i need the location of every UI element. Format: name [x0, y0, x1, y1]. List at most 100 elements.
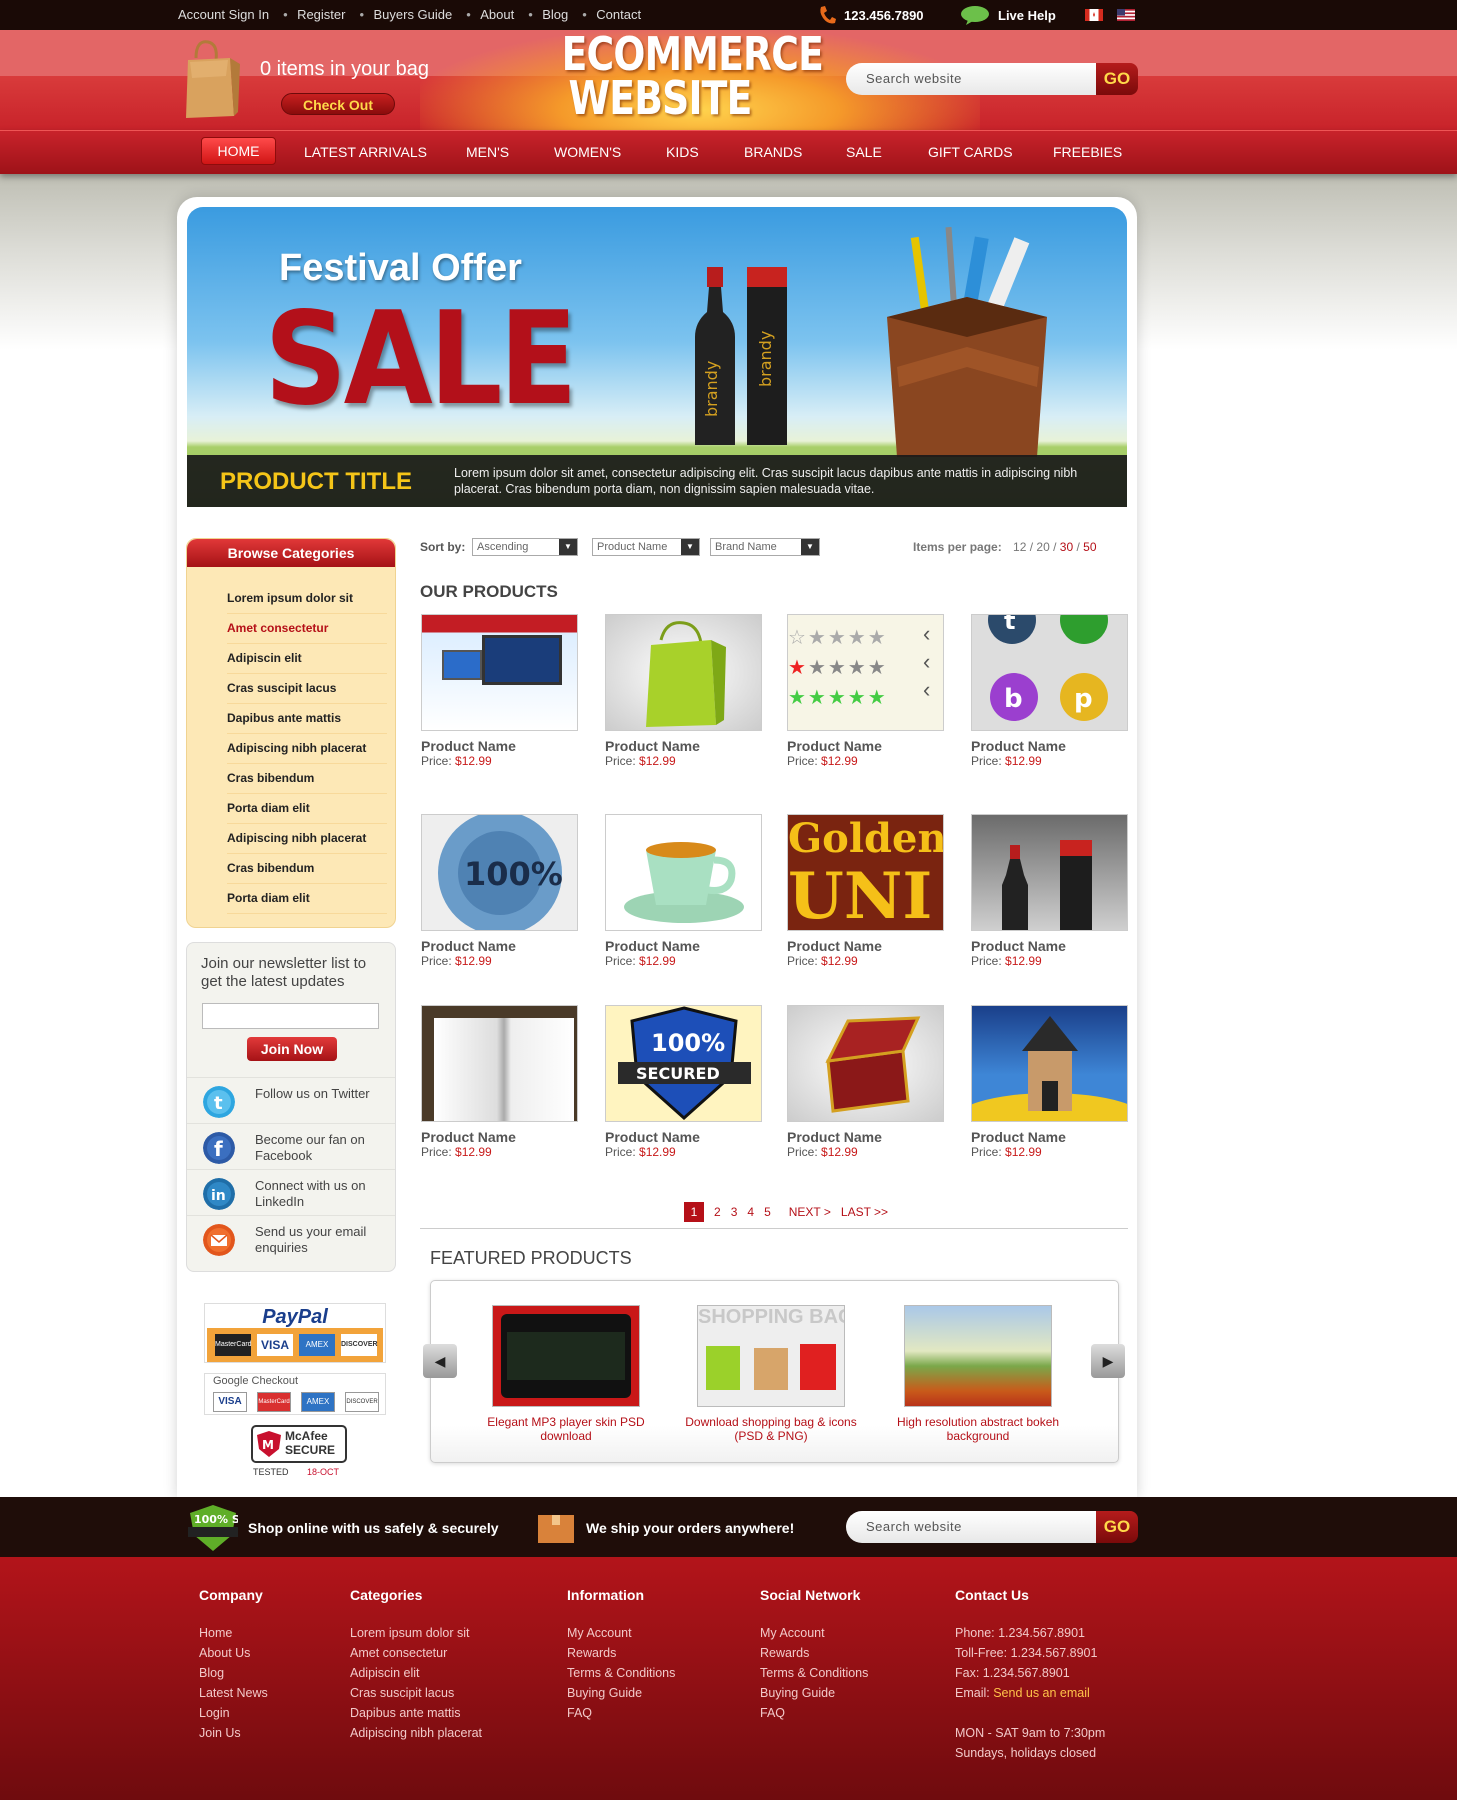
- send-email-link[interactable]: Send us an email: [993, 1686, 1090, 1700]
- featured-title[interactable]: Download shopping bag & icons (PSD & PNG…: [681, 1415, 861, 1443]
- category-item[interactable]: Porta diam elit: [227, 891, 387, 914]
- footer-link[interactable]: Adipiscin elit: [350, 1663, 482, 1683]
- product-name[interactable]: Product Name: [787, 938, 947, 954]
- sort-order-select[interactable]: Ascending ▼: [472, 538, 578, 556]
- footer-link[interactable]: Terms & Conditions: [567, 1663, 675, 1683]
- footer-link[interactable]: Join Us: [199, 1723, 268, 1743]
- product-card[interactable]: ☆★★★★ ★★★★★ ★★★★★ ‹ ‹ ‹ Product Name Price…: [787, 614, 947, 768]
- featured-image[interactable]: [904, 1305, 1052, 1407]
- featured-title[interactable]: Elegant MP3 player skin PSD download: [476, 1415, 656, 1443]
- product-card[interactable]: Product Name Price: $12.99: [421, 1005, 581, 1159]
- product-name[interactable]: Product Name: [605, 1129, 765, 1145]
- per-page-20[interactable]: 20: [1036, 540, 1049, 554]
- shopping-bag-icon[interactable]: [182, 36, 242, 120]
- nav-mens[interactable]: MEN'S: [466, 144, 509, 160]
- footer-link[interactable]: Adipiscing nibh placerat: [350, 1723, 482, 1743]
- footer-link[interactable]: Rewards: [760, 1643, 868, 1663]
- category-item-active[interactable]: Amet consectetur: [227, 621, 387, 644]
- nav-freebies[interactable]: FREEBIES: [1053, 144, 1122, 160]
- footer-link[interactable]: Lorem ipsum dolor sit: [350, 1623, 482, 1643]
- category-item[interactable]: Cras bibendum: [227, 861, 387, 884]
- featured-item[interactable]: SHOPPING BAGS Download shopping bag & ic…: [681, 1305, 861, 1443]
- header-search-input[interactable]: Search website: [846, 63, 1096, 95]
- canada-flag-icon[interactable]: [1085, 9, 1103, 21]
- footer-link[interactable]: FAQ: [567, 1703, 675, 1723]
- footer-link[interactable]: My Account: [567, 1623, 675, 1643]
- product-card[interactable]: 100% Product Name Price: $12.99: [421, 814, 581, 968]
- social-email[interactable]: Send us your email enquiries: [187, 1215, 395, 1261]
- product-image[interactable]: [971, 814, 1128, 931]
- product-card[interactable]: t b p Product Name Price: $12.99: [971, 614, 1131, 768]
- nav-womens[interactable]: WOMEN'S: [554, 144, 621, 160]
- featured-title[interactable]: High resolution abstract bokeh backgroun…: [888, 1415, 1068, 1443]
- contact-link[interactable]: Contact: [582, 7, 641, 22]
- social-twitter[interactable]: t Follow us on Twitter: [187, 1077, 395, 1123]
- category-item[interactable]: Dapibus ante mattis: [227, 711, 387, 734]
- category-item[interactable]: Cras suscipit lacus: [227, 681, 387, 704]
- page-4[interactable]: 4: [747, 1205, 754, 1219]
- banner-product-title[interactable]: PRODUCT TITLE: [220, 468, 412, 496]
- product-card[interactable]: Product Name Price: $12.99: [605, 614, 765, 768]
- featured-image[interactable]: SHOPPING BAGS: [697, 1305, 845, 1407]
- footer-search-input[interactable]: Search website: [846, 1511, 1096, 1543]
- product-image[interactable]: Golden UNI: [787, 814, 944, 931]
- product-name[interactable]: Product Name: [421, 1129, 581, 1145]
- carousel-next-button[interactable]: ▶: [1091, 1344, 1125, 1378]
- product-name[interactable]: Product Name: [787, 738, 947, 754]
- footer-search-go-button[interactable]: GO: [1096, 1511, 1138, 1543]
- account-sign-in-link[interactable]: Account Sign In: [178, 7, 269, 22]
- category-item[interactable]: Adipiscin elit: [227, 651, 387, 674]
- footer-link[interactable]: Latest News: [199, 1683, 268, 1703]
- sort-field-select[interactable]: Product Name ▼: [592, 538, 700, 556]
- product-card[interactable]: Product Name Price: $12.99: [971, 814, 1131, 968]
- page-2[interactable]: 2: [714, 1205, 721, 1219]
- product-card[interactable]: Product Name Price: $12.99: [605, 814, 765, 968]
- brand-select[interactable]: Brand Name ▼: [710, 538, 820, 556]
- product-name[interactable]: Product Name: [971, 1129, 1131, 1145]
- page-1[interactable]: 1: [684, 1202, 704, 1222]
- category-item[interactable]: Adipiscing nibh placerat: [227, 831, 387, 854]
- page-3[interactable]: 3: [731, 1205, 738, 1219]
- product-card[interactable]: Product Name Price: $12.99: [421, 614, 581, 768]
- product-image[interactable]: [605, 814, 762, 931]
- product-name[interactable]: Product Name: [421, 738, 581, 754]
- footer-link[interactable]: Dapibus ante mattis: [350, 1703, 482, 1723]
- product-image[interactable]: 100%: [421, 814, 578, 931]
- product-card[interactable]: Golden UNI Product Name Price: $12.99: [787, 814, 947, 968]
- live-help-link[interactable]: Live Help: [960, 5, 1056, 25]
- per-page-50[interactable]: 50: [1083, 540, 1096, 554]
- per-page-12[interactable]: 12: [1013, 540, 1026, 554]
- product-image[interactable]: [605, 614, 762, 731]
- featured-image[interactable]: [492, 1305, 640, 1407]
- nav-home[interactable]: HOME: [201, 137, 276, 165]
- product-image[interactable]: ☆★★★★ ★★★★★ ★★★★★ ‹ ‹ ‹: [787, 614, 944, 731]
- featured-item[interactable]: High resolution abstract bokeh backgroun…: [888, 1305, 1068, 1443]
- product-card[interactable]: Product Name Price: $12.99: [971, 1005, 1131, 1159]
- product-name[interactable]: Product Name: [787, 1129, 947, 1145]
- product-image[interactable]: [421, 1005, 578, 1122]
- usa-flag-icon[interactable]: [1117, 9, 1135, 21]
- footer-link[interactable]: Login: [199, 1703, 268, 1723]
- nav-brands[interactable]: BRANDS: [744, 144, 802, 160]
- footer-link[interactable]: Terms & Conditions: [760, 1663, 868, 1683]
- featured-item[interactable]: Elegant MP3 player skin PSD download: [476, 1305, 656, 1443]
- category-item[interactable]: Cras bibendum: [227, 771, 387, 794]
- social-facebook[interactable]: f Become our fan on Facebook: [187, 1123, 395, 1169]
- product-card[interactable]: Product Name Price: $12.99: [787, 1005, 947, 1159]
- category-item[interactable]: Adipiscing nibh placerat: [227, 741, 387, 764]
- nav-sale[interactable]: SALE: [846, 144, 882, 160]
- nav-latest-arrivals[interactable]: LATEST ARRIVALS: [304, 144, 427, 160]
- footer-link[interactable]: Buying Guide: [760, 1683, 868, 1703]
- product-name[interactable]: Product Name: [971, 738, 1131, 754]
- carousel-prev-button[interactable]: ◀: [423, 1344, 457, 1378]
- header-search-go-button[interactable]: GO: [1096, 63, 1138, 95]
- product-image[interactable]: 100% SECURED: [605, 1005, 762, 1122]
- footer-link[interactable]: FAQ: [760, 1703, 868, 1723]
- page-5[interactable]: 5: [764, 1205, 771, 1219]
- footer-link[interactable]: Cras suscipit lacus: [350, 1683, 482, 1703]
- last-page-link[interactable]: LAST >>: [841, 1205, 888, 1219]
- per-page-30[interactable]: 30: [1060, 540, 1073, 554]
- join-now-button[interactable]: Join Now: [247, 1037, 337, 1061]
- product-name[interactable]: Product Name: [605, 938, 765, 954]
- footer-link[interactable]: Blog: [199, 1663, 268, 1683]
